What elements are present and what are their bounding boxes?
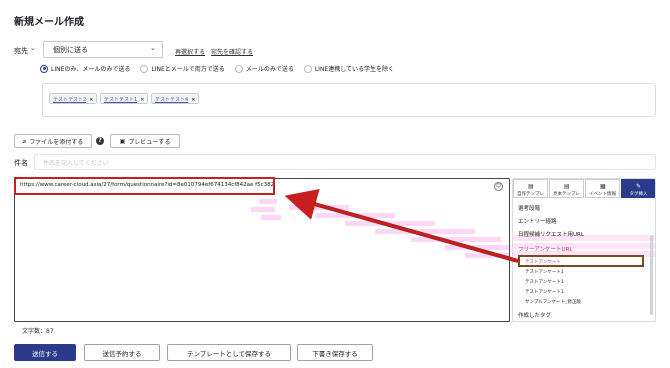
save-draft-button[interactable]: 下書き保存する — [297, 344, 373, 361]
annotation-arrow — [284, 188, 519, 263]
schedule-send-button[interactable]: 送信予約する — [84, 344, 160, 361]
send-button[interactable]: 送信する — [14, 344, 76, 361]
save-template-button[interactable]: テンプレートとして保存する — [167, 344, 291, 361]
character-count: 文字数：87 — [22, 328, 54, 335]
